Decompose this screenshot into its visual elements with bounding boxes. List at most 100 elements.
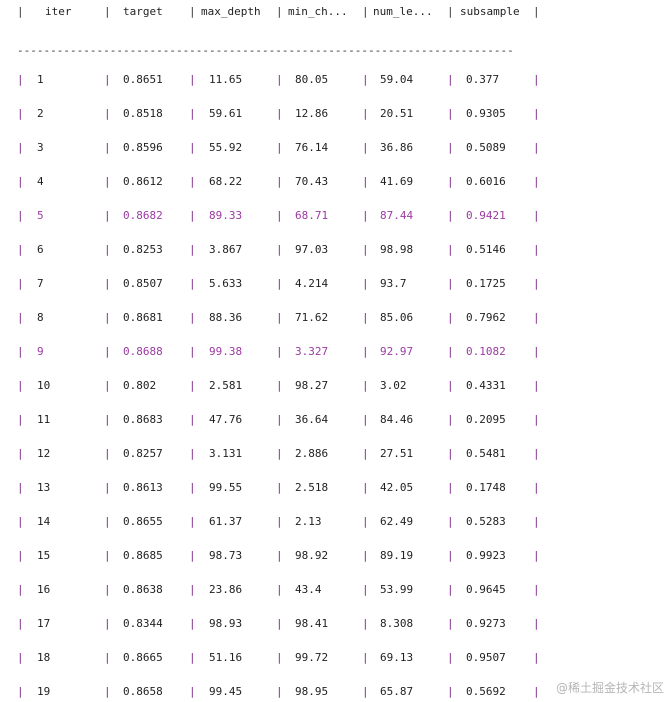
subsample-cell: 0.5692	[466, 685, 506, 698]
num-leaves-cell: 87.44	[380, 209, 414, 222]
column-separator: |	[17, 583, 24, 596]
column-separator: |	[104, 73, 111, 86]
column-separator: |	[533, 311, 540, 324]
column-separator: |	[533, 243, 540, 256]
min-child-cell: 80.05	[295, 73, 329, 86]
iter-cell: 15	[37, 549, 51, 562]
column-separator: |	[104, 651, 111, 664]
num-leaves-cell: 84.46	[380, 413, 414, 426]
subsample-cell: 0.377	[466, 73, 500, 86]
column-separator: |	[362, 651, 369, 664]
column-separator: |	[362, 447, 369, 460]
column-separator: |	[447, 243, 454, 256]
target-cell: 0.8681	[123, 311, 163, 324]
num-leaves-cell: 92.97	[380, 345, 414, 358]
column-separator: |	[533, 515, 540, 528]
min-child-cell: 76.14	[295, 141, 329, 154]
column-separator: |	[362, 311, 369, 324]
column-separator: |	[447, 447, 454, 460]
column-separator: |	[362, 141, 369, 154]
target-cell: 0.8518	[123, 107, 163, 120]
num-leaves-cell: 20.51	[380, 107, 414, 120]
column-separator: |	[104, 515, 111, 528]
column-separator: |	[362, 73, 369, 86]
column-separator: |	[447, 107, 454, 120]
column-separator: |	[276, 175, 283, 188]
column-separator: |	[189, 209, 196, 222]
target-cell: 0.8638	[123, 583, 163, 596]
num-leaves-cell: 62.49	[380, 515, 414, 528]
num-leaves-cell: 85.06	[380, 311, 414, 324]
table-row: | | | | | | | 13 0.8613 99.55 2.518 42.05 0.1748	[0, 481, 669, 495]
iter-cell: 3	[37, 141, 44, 154]
min-child-cell: 70.43	[295, 175, 329, 188]
column-separator: |	[447, 481, 454, 494]
column-separator: |	[17, 481, 24, 494]
column-separator: |	[189, 345, 196, 358]
column-separator: |	[104, 549, 111, 562]
min-child-cell: 99.72	[295, 651, 329, 664]
min-child-cell: 97.03	[295, 243, 329, 256]
column-separator: |	[104, 617, 111, 630]
target-cell: 0.8658	[123, 685, 163, 698]
target-cell: 0.8507	[123, 277, 163, 290]
column-separator: |	[17, 209, 24, 222]
column-separator: |	[189, 617, 196, 630]
column-separator: |	[447, 209, 454, 222]
column-separator: |	[447, 345, 454, 358]
target-cell: 0.8683	[123, 413, 163, 426]
column-separator: |	[276, 345, 283, 358]
max-depth-cell: 5.633	[209, 277, 243, 290]
subsample-cell: 0.5089	[466, 141, 506, 154]
min-child-cell: 71.62	[295, 311, 329, 324]
column-separator: |	[362, 175, 369, 188]
column-separator: |	[447, 311, 454, 324]
target-cell: 0.8253	[123, 243, 163, 256]
column-separator: |	[276, 617, 283, 630]
column-separator: |	[447, 685, 454, 698]
subsample-cell: 0.5283	[466, 515, 506, 528]
table-row: | | | | | | | 17 0.8344 98.93 98.41 8.308 0.9273	[0, 617, 669, 631]
max-depth-cell: 61.37	[209, 515, 243, 528]
column-separator: |	[276, 73, 283, 86]
target-cell: 0.8257	[123, 447, 163, 460]
column-separator: |	[17, 141, 24, 154]
column-separator: |	[17, 277, 24, 290]
min-child-cell: 98.27	[295, 379, 329, 392]
column-separator: |	[276, 243, 283, 256]
column-separator: |	[189, 243, 196, 256]
column-separator: |	[189, 481, 196, 494]
column-separator: |	[17, 617, 24, 630]
max-depth-cell: 3.131	[209, 447, 243, 460]
column-separator: |	[17, 379, 24, 392]
header-max-depth: max_depth	[201, 5, 261, 18]
column-separator: |	[189, 379, 196, 392]
target-cell: 0.8655	[123, 515, 163, 528]
column-separator: |	[189, 277, 196, 290]
column-separator: |	[17, 447, 24, 460]
iter-cell: 6	[37, 243, 44, 256]
iter-cell: 9	[37, 345, 44, 358]
table-row: | | | | | | | 2 0.8518 59.61 12.86 20.51 0.9305	[0, 107, 669, 121]
subsample-cell: 0.5481	[466, 447, 506, 460]
num-leaves-cell: 53.99	[380, 583, 414, 596]
header-divider: ----------------------------------------…	[17, 44, 514, 57]
header-num-leaves: num_le...	[373, 5, 433, 18]
column-separator: |	[362, 617, 369, 630]
max-depth-cell: 68.22	[209, 175, 243, 188]
column-separator: |	[533, 209, 540, 222]
column-separator: |	[362, 413, 369, 426]
target-cell: 0.8688	[123, 345, 163, 358]
subsample-cell: 0.1725	[466, 277, 506, 290]
column-separator: |	[189, 311, 196, 324]
column-separator: |	[189, 549, 196, 562]
column-separator: |	[104, 243, 111, 256]
iter-cell: 19	[37, 685, 51, 698]
table-row: | | | | | | | 14 0.8655 61.37 2.13 62.49 0.5283	[0, 515, 669, 529]
column-separator: |	[533, 651, 540, 664]
subsample-cell: 0.1748	[466, 481, 506, 494]
num-leaves-cell: 8.308	[380, 617, 414, 630]
max-depth-cell: 47.76	[209, 413, 243, 426]
column-separator: |	[276, 5, 283, 18]
subsample-cell: 0.9645	[466, 583, 506, 596]
